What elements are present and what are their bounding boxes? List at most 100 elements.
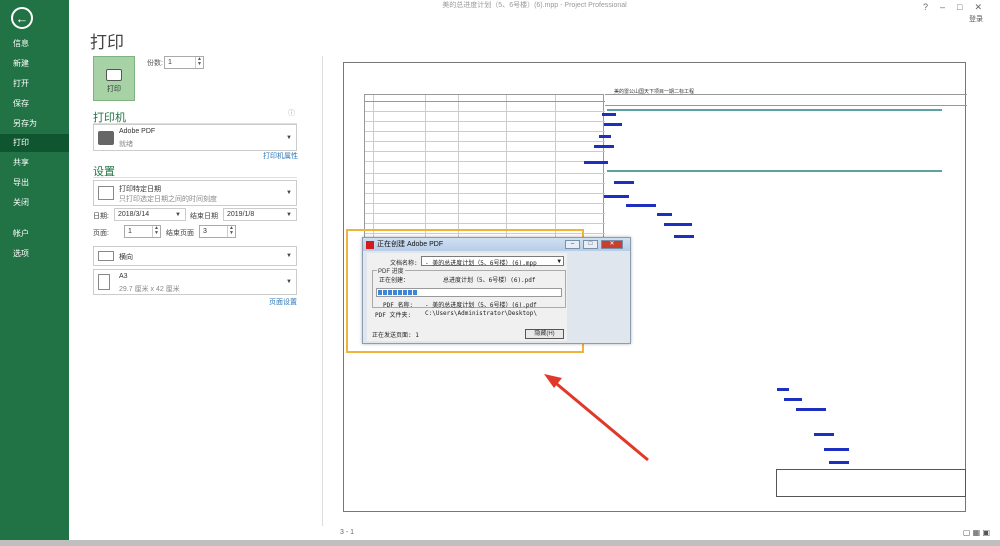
- chevron-down-icon: ▼: [286, 279, 292, 285]
- close-button[interactable]: ✕: [601, 240, 623, 249]
- pdf-printer-icon: [98, 130, 114, 145]
- stepper-arrows-icon[interactable]: ▲ ▼: [227, 226, 235, 237]
- preview-timescale: [605, 94, 967, 106]
- table-row-line: [365, 141, 605, 142]
- table-row-line: [365, 151, 605, 152]
- stepper-arrows-icon[interactable]: ▲ ▼: [152, 226, 160, 237]
- project-backstage-print-view: ← 信息 新建 打开 保存 另存为 打印 共享 导出 关闭 帐户 选项 美的总进…: [0, 0, 1000, 546]
- nav-item-save-as[interactable]: 另存为: [0, 115, 69, 133]
- page-from-stepper[interactable]: 1 ▲ ▼: [124, 225, 161, 238]
- page-from-value: 1: [128, 228, 132, 235]
- backstage-nav: ← 信息 新建 打开 保存 另存为 打印 共享 导出 关闭 帐户 选项: [0, 0, 69, 546]
- page-to-stepper[interactable]: 3 ▲ ▼: [199, 225, 236, 238]
- nav-item-print[interactable]: 打印: [0, 134, 69, 152]
- info-icon[interactable]: ⓘ: [288, 108, 295, 118]
- orientation-value: 横向: [119, 254, 133, 261]
- minimize-button[interactable]: –: [565, 240, 580, 249]
- nav-item-open[interactable]: 打开: [0, 75, 69, 93]
- gantt-bar: [657, 213, 672, 216]
- hide-button[interactable]: 隐藏(H): [525, 329, 564, 339]
- pdf-name-value: - 美的总进度计划（5、6号楼）(6).pdf: [425, 302, 537, 309]
- panel-divider: [322, 56, 323, 526]
- table-row-line: [365, 111, 605, 112]
- gantt-bar: [814, 433, 834, 436]
- page-to-value: 3: [203, 228, 207, 235]
- range-title: 打印特定日期: [119, 186, 161, 193]
- stepper-arrows-icon[interactable]: ▲ ▼: [195, 57, 203, 68]
- print-button-label: 打印: [107, 86, 121, 93]
- view-zoom-icons[interactable]: ▢ ▦ ▣: [963, 528, 990, 537]
- nav-item-new[interactable]: 新建: [0, 55, 69, 73]
- calendar-range-icon: [98, 186, 114, 200]
- copies-value: 1: [168, 59, 172, 66]
- copies-label: 份数:: [147, 60, 163, 67]
- sending-page-status: 正在发送页面: 1: [372, 332, 419, 339]
- preview-footer-box: [776, 469, 966, 497]
- gantt-bar: [599, 135, 611, 138]
- nav-item-share[interactable]: 共享: [0, 154, 69, 172]
- paper-size-dropdown[interactable]: A3 29.7 厘米 x 42 厘米 ▼: [93, 269, 297, 295]
- doc-name-select[interactable]: - 美的总进度计划（5、6号楼）(6).mpp ▼: [421, 256, 564, 267]
- table-row-line: [365, 203, 605, 204]
- end-date-value: 2019/1/8: [227, 211, 255, 218]
- pages-label: 页面:: [93, 230, 109, 237]
- creating-pdf-dialog: 正在创建 Adobe PDF – □ ✕ 文档名称: - 美的总进度计划（5、6…: [362, 237, 631, 344]
- window-controls[interactable]: ?–□✕: [923, 2, 994, 13]
- printer-dropdown[interactable]: Adobe PDF 就绪 ▼: [93, 124, 297, 151]
- nav-item-close[interactable]: 关闭: [0, 194, 69, 212]
- gantt-bar: [796, 408, 826, 411]
- printer-properties-link[interactable]: 打印机属性: [263, 151, 298, 161]
- table-row-line: [365, 193, 605, 194]
- table-row-line: [365, 213, 605, 214]
- pdf-progress-label: PDF 进度: [377, 266, 405, 275]
- table-row-line: [365, 223, 605, 224]
- maximize-button[interactable]: □: [583, 240, 598, 249]
- nav-item-info[interactable]: 信息: [0, 35, 69, 53]
- chevron-down-icon: ▼: [286, 190, 292, 196]
- creating-label: 正在创建：: [379, 277, 410, 284]
- login-link[interactable]: 登录: [969, 14, 983, 24]
- adobe-pdf-icon: [366, 241, 374, 249]
- doc-name-value: - 美的总进度计划（5、6号楼）(6).mpp: [425, 260, 537, 267]
- print-button[interactable]: 打印: [93, 56, 135, 101]
- table-row-line: [365, 161, 605, 162]
- creating-file-name: 总进度计划（5、6号楼）(6).pdf: [443, 277, 536, 284]
- printer-icon: [106, 69, 122, 81]
- divider: [93, 177, 297, 178]
- paper-icon: [98, 274, 110, 290]
- print-range-dropdown[interactable]: 打印特定日期 只打印选定日期之间的时间刻度 ▼: [93, 180, 297, 206]
- landscape-page-icon: [98, 251, 114, 261]
- gantt-bar: [604, 123, 622, 126]
- dialog-title: 正在创建 Adobe PDF: [377, 241, 444, 248]
- printer-status: 就绪: [119, 141, 133, 148]
- gantt-bar: [614, 181, 634, 184]
- nav-item-account[interactable]: 帐户: [0, 225, 69, 243]
- page-setup-link[interactable]: 页面设置: [269, 297, 297, 307]
- start-date-picker[interactable]: 2018/3/14 ▼: [114, 208, 186, 221]
- dialog-title-bar: 正在创建 Adobe PDF – □ ✕: [363, 238, 630, 251]
- back-arrow-icon[interactable]: ←: [11, 7, 33, 29]
- nav-item-save[interactable]: 保存: [0, 95, 69, 113]
- pdf-folder-label: PDF 文件夹:: [375, 312, 412, 319]
- gantt-bar: [777, 388, 789, 391]
- printer-name: Adobe PDF: [119, 128, 156, 135]
- pdf-progress-bar: [376, 288, 562, 297]
- nav-item-options[interactable]: 选项: [0, 245, 69, 263]
- table-row-line: [365, 183, 605, 184]
- copies-stepper[interactable]: 1 ▲ ▼: [164, 56, 204, 69]
- gantt-bar: [664, 223, 692, 226]
- table-row-line: [365, 121, 605, 122]
- pdf-name-label: PDF 名称:: [383, 302, 414, 309]
- nav-item-export[interactable]: 导出: [0, 174, 69, 192]
- table-row-line: [365, 101, 605, 102]
- end-date-picker[interactable]: 2019/1/8 ▼: [223, 208, 297, 221]
- gantt-bar: [594, 145, 614, 148]
- start-date-value: 2018/3/14: [118, 211, 150, 218]
- pdf-folder-value: C:\Users\Administrator\Desktop\: [425, 310, 537, 317]
- date-label: 日期:: [93, 213, 109, 220]
- paper-size: A3: [119, 273, 128, 280]
- window-title: 美的总进度计划（5、6号楼）(6).mpp - Project Professi…: [442, 2, 627, 9]
- chevron-down-icon: ▼: [286, 211, 292, 218]
- orientation-dropdown[interactable]: 横向 ▼: [93, 246, 297, 266]
- end-page-label: 结束页面: [166, 230, 194, 237]
